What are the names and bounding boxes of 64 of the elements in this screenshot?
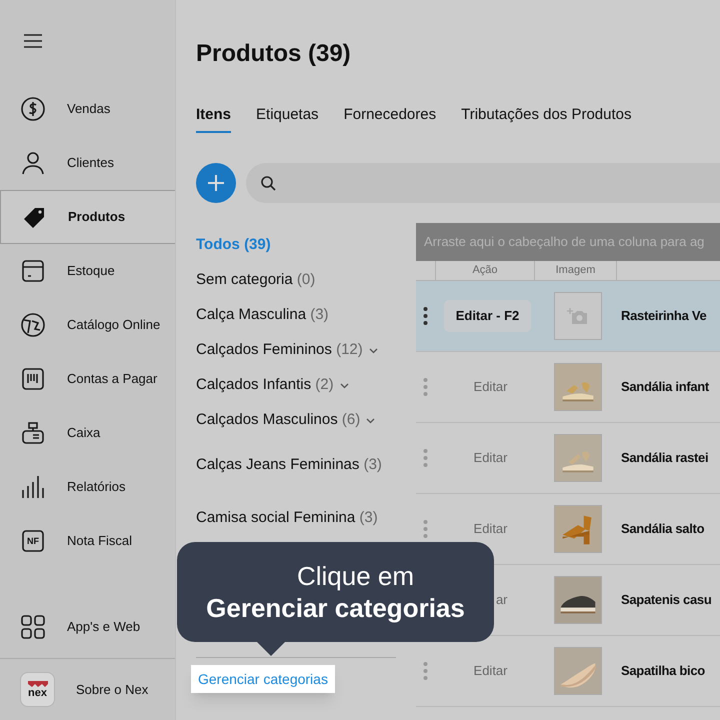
category-item[interactable]: Calça Masculina (3) bbox=[196, 304, 329, 327]
sidebar-item[interactable]: Vendas bbox=[0, 82, 175, 136]
search-field[interactable] bbox=[246, 163, 720, 203]
grid-icon bbox=[20, 614, 46, 640]
product-name: Rasteirinha Ve bbox=[621, 307, 706, 326]
nf-label: NF bbox=[27, 536, 39, 546]
table-row[interactable]: Editar Sandália rastei bbox=[416, 423, 720, 494]
person-icon bbox=[20, 150, 46, 176]
sidebar-item[interactable]: Catálogo Online bbox=[0, 298, 175, 352]
column-header[interactable]: Ação bbox=[436, 261, 535, 280]
edit-link[interactable]: Editar bbox=[474, 448, 508, 468]
sidebar-item[interactable]: nex Sobre o Nex bbox=[0, 658, 175, 720]
sidebar-item[interactable]: Relatórios bbox=[0, 460, 175, 514]
manage-categories-link[interactable]: Gerenciar categorias bbox=[191, 665, 335, 693]
sidebar-item[interactable]: NF Nota Fiscal bbox=[0, 514, 175, 568]
category-item[interactable]: Camisa social Feminina (3) bbox=[196, 507, 378, 530]
tab[interactable]: Fornecedores bbox=[344, 104, 436, 132]
category-item[interactable]: Sem categoria (0) bbox=[196, 269, 316, 292]
category-item[interactable]: Calçados Masculinos (6) bbox=[196, 409, 360, 432]
tab[interactable]: Tributações dos Produtos bbox=[461, 104, 632, 132]
page-title: Produtos (39) bbox=[196, 39, 351, 69]
menu-icon[interactable] bbox=[22, 33, 44, 49]
add-photo-icon bbox=[567, 307, 589, 325]
search-icon bbox=[260, 175, 276, 191]
product-name: Sandália infant bbox=[621, 378, 709, 396]
edit-link[interactable]: Editar bbox=[474, 661, 508, 680]
tooltip-text: Clique em bbox=[296, 560, 414, 592]
chevron-down-icon[interactable] bbox=[366, 418, 376, 424]
sidebar-item[interactable]: Produtos bbox=[0, 190, 175, 244]
sidebar-item[interactable]: Estoque bbox=[0, 244, 175, 298]
barcode-icon bbox=[20, 366, 46, 392]
sidebar-item[interactable]: Contas a Pagar bbox=[0, 352, 175, 406]
bar-chart-icon bbox=[20, 474, 46, 500]
column-header[interactable]: Imagem bbox=[535, 261, 617, 280]
more-options-icon[interactable] bbox=[423, 306, 428, 326]
sidebar-item[interactable]: App's e Web bbox=[0, 596, 175, 658]
table-row[interactable]: Editar Sandália infant bbox=[416, 352, 720, 423]
category-item[interactable]: Calçados Infantis (2) bbox=[196, 374, 334, 397]
category-item[interactable]: Calçados Femininos (12) bbox=[196, 339, 363, 362]
edit-link[interactable]: Editar bbox=[474, 519, 508, 538]
edit-button[interactable]: Editar - F2 bbox=[444, 300, 532, 332]
register-icon bbox=[20, 420, 46, 446]
plus-icon bbox=[207, 174, 225, 192]
tab[interactable]: Etiquetas bbox=[256, 104, 319, 132]
nf-icon bbox=[20, 528, 46, 554]
product-name: Sandália salto bbox=[621, 520, 704, 538]
tab[interactable]: Itens bbox=[196, 104, 232, 132]
sidebar-item[interactable]: Caixa bbox=[0, 406, 175, 460]
add-button[interactable] bbox=[196, 163, 236, 203]
tooltip-text: Gerenciar categorias bbox=[206, 592, 465, 624]
coin-icon bbox=[20, 96, 46, 122]
chevron-down-icon[interactable] bbox=[368, 348, 378, 354]
product-name: Sapatilha bico bbox=[621, 662, 705, 680]
logo-icon: nex bbox=[20, 672, 55, 707]
edit-link[interactable]: ar bbox=[496, 590, 508, 610]
product-name: Sandália rastei bbox=[621, 449, 708, 468]
category-item[interactable]: Calças Jeans Femininas (3) bbox=[196, 454, 382, 477]
sidebar-item[interactable]: Clientes bbox=[0, 136, 175, 190]
chevron-down-icon[interactable] bbox=[340, 382, 349, 388]
product-name: Sapatenis casu bbox=[621, 591, 712, 610]
edit-link[interactable]: Editar bbox=[474, 377, 508, 396]
table-row[interactable]: Editar - F2 Rasteirinha Ve bbox=[416, 281, 720, 352]
globe-icon bbox=[20, 312, 46, 338]
box-icon bbox=[20, 258, 46, 284]
